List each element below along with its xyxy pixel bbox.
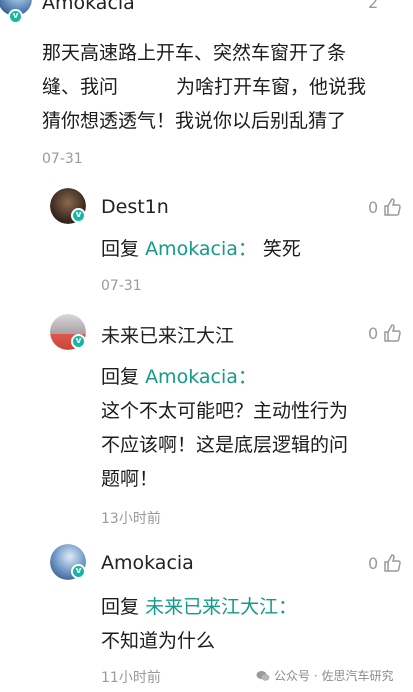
reply-time: 11小时前 xyxy=(101,670,161,686)
verified-badge-icon: v xyxy=(71,208,86,223)
thumbs-up-icon xyxy=(384,324,401,342)
comment-text: 那天高速路上开车、突然车窗开了条 缝、我问 为啥打开车窗，他说我 猜你想透透气！我… xyxy=(42,36,366,138)
reply-line: 不应该啊！这是底层逻辑的问 xyxy=(101,434,349,456)
mention-link[interactable]: Amokacia： xyxy=(145,366,257,388)
reply-line: 不知道为什么 xyxy=(101,630,216,652)
wechat-icon xyxy=(256,670,270,681)
verified-badge-icon: v xyxy=(71,564,86,579)
reply-text: 回复 Amokacia： 这个不太可能吧？主动性行为 不应该啊！这是底层逻辑的问… xyxy=(101,360,348,496)
reply-line: 题啊！ xyxy=(101,468,159,490)
like-count-text: 0 xyxy=(368,553,379,573)
like-count-text: 0 xyxy=(368,197,379,217)
reply-author[interactable]: Amokacia xyxy=(101,552,194,574)
reply-text: 回复 Amokacia： 笑死 xyxy=(101,238,301,260)
watermark: 公众号 · 佐思汽车研究 xyxy=(256,667,393,684)
like-count-text: 2 xyxy=(368,0,379,12)
watermark-text: 公众号 · 佐思汽车研究 xyxy=(274,669,394,683)
like-count-text: 0 xyxy=(368,323,379,343)
reply-author[interactable]: Dest1n xyxy=(101,196,169,218)
mention-link[interactable]: 未来已来江大江： xyxy=(145,596,297,618)
reply-time: 07-31 xyxy=(101,278,142,294)
comment-time: 07-31 xyxy=(42,151,83,167)
verified-badge-icon: v xyxy=(71,334,86,349)
like-button[interactable]: 0 xyxy=(368,323,402,343)
like-button[interactable]: 0 xyxy=(368,553,402,573)
reply-line: 这个不太可能吧？主动性行为 xyxy=(101,400,349,422)
verified-badge-icon: v xyxy=(8,9,23,24)
thumbs-up-icon xyxy=(384,198,401,216)
reply-author[interactable]: 未来已来江大江 xyxy=(101,321,234,348)
thumbs-up-icon xyxy=(384,554,401,572)
comment-line: 那天高速路上开车、突然车窗开了条 xyxy=(42,42,347,64)
mention-link[interactable]: Amokacia： xyxy=(145,238,257,260)
comment-line: 缝、我问 为啥打开车窗，他说我 xyxy=(42,76,367,98)
comment-line: 猜你想透透气！我说你以后别乱猜了 xyxy=(42,110,347,132)
reply-text: 回复 未来已来江大江： 不知道为什么 xyxy=(101,590,297,658)
reply-time: 13小时前 xyxy=(101,511,161,527)
comment-author[interactable]: Amokacia xyxy=(42,0,135,14)
like-count[interactable]: 2 xyxy=(368,0,378,12)
like-button[interactable]: 0 xyxy=(368,197,402,217)
